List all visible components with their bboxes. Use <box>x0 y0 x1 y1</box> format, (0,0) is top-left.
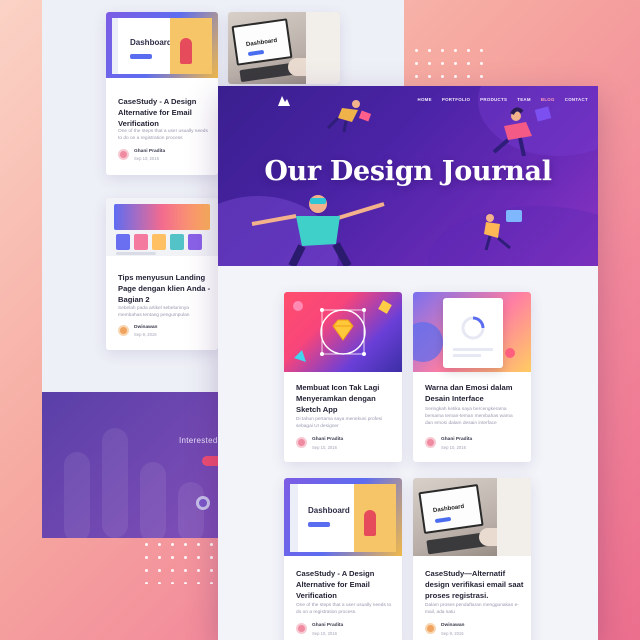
card-title[interactable]: CaseStudy—Alternatif design verifikasi e… <box>425 568 525 601</box>
author-name: Ghani Pradita <box>134 149 166 154</box>
nav-item-products[interactable]: PRODUCTS <box>480 97 507 102</box>
hero-section: HOME PORTFOLIO PRODUCTS TEAM BLOG CONTAC… <box>218 86 598 266</box>
top-nav: HOME PORTFOLIO PRODUCTS TEAM BLOG CONTAC… <box>417 97 588 102</box>
card-thumbnail: Dashboard <box>228 12 340 84</box>
blog-card-casestudy[interactable]: Dashboard CaseStudy - A Design Alternati… <box>284 478 402 640</box>
post-date: Sep 9, 2016 <box>441 631 464 636</box>
avatar <box>425 623 436 634</box>
card-thumbnail: Dashboard <box>413 478 531 556</box>
avatar <box>118 325 129 336</box>
post-date: Sep 10, 2016 <box>312 631 337 636</box>
card-title[interactable]: CaseStudy - A Design Alternative for Ema… <box>296 568 396 601</box>
card-thumbnail <box>106 198 218 256</box>
author-name: Dwinawan <box>134 325 158 330</box>
author-name: Ghani Pradita <box>312 623 344 628</box>
author-name: Ghani Pradita <box>441 437 473 442</box>
logo-icon[interactable] <box>278 96 290 106</box>
avatar <box>425 437 436 448</box>
avatar <box>296 623 307 634</box>
card-title[interactable]: Warna dan Emosi dalam Desain Interface <box>425 382 525 404</box>
floating-person-illustration <box>484 210 522 251</box>
thumbnail-dashboard-text: Dashboard <box>308 506 350 515</box>
post-date: Sep 9, 2016 <box>134 332 157 337</box>
blog-card-casestudy-id[interactable]: Dashboard CaseStudy—Alternatif design ve… <box>413 478 531 640</box>
card-description: One of the steps that a user usually nee… <box>118 129 208 141</box>
card-thumbnail <box>413 292 531 372</box>
nav-item-blog[interactable]: BLOG <box>541 97 555 102</box>
card-title[interactable]: Membuat Icon Tak Lagi Menyeramkan dengan… <box>296 382 394 415</box>
post-date: Sep 10, 2016 <box>441 445 466 450</box>
card-description: One of the steps that a user usually nee… <box>296 603 392 615</box>
nav-item-home[interactable]: HOME <box>417 97 431 102</box>
author-name: Ghani Pradita <box>312 437 344 442</box>
scroll-indicator-icon[interactable] <box>196 496 210 510</box>
back-card-laptop[interactable]: Dashboard <box>228 12 340 84</box>
avatar <box>296 437 307 448</box>
card-description: Di tahun pertama saya menekuni profesi s… <box>296 417 383 429</box>
card-description: Seringkah ketika saya bercengkerama bers… <box>425 407 513 426</box>
nav-item-contact[interactable]: CONTACT <box>565 97 588 102</box>
sketch-diamond-icon <box>293 300 392 362</box>
post-date: Sep 10, 2016 <box>312 445 337 450</box>
back-card-casestudy[interactable]: Dashboard CaseStudy - A Design Alternati… <box>106 12 218 175</box>
back-card-landing-tips[interactable]: Tips menyusun Landing Page dengan klien … <box>106 198 218 350</box>
phone-mockup <box>443 298 503 368</box>
card-thumbnail <box>284 292 402 372</box>
post-date: Sep 10, 2016 <box>134 156 159 161</box>
cta-text: Interested t <box>179 436 223 445</box>
hero-main-illustration <box>251 195 385 266</box>
card-title[interactable]: Tips menyusun Landing Page dengan klien … <box>118 272 214 305</box>
card-title[interactable]: CaseStudy - A Design Alternative for Ema… <box>118 96 212 129</box>
thumbnail-dashboard-text: Dashboard <box>130 38 172 47</box>
blog-card-sketch-icon[interactable]: Membuat Icon Tak Lagi Menyeramkan dengan… <box>284 292 402 462</box>
card-thumbnail: Dashboard <box>106 12 218 78</box>
nav-item-team[interactable]: TEAM <box>517 97 531 102</box>
floating-person-illustration <box>326 100 372 133</box>
avatar <box>118 149 129 160</box>
card-description: Dalam proses pendaftaran menggunakan e-m… <box>425 603 519 615</box>
author-name: Dwinawan <box>441 623 465 628</box>
card-thumbnail: Dashboard <box>284 478 402 556</box>
blog-card-color-emotion[interactable]: Warna dan Emosi dalam Desain Interface S… <box>413 292 531 462</box>
main-page: HOME PORTFOLIO PRODUCTS TEAM BLOG CONTAC… <box>218 86 598 640</box>
floating-person-illustration <box>492 106 552 157</box>
card-description: Sebelah pada artikel sebelumnya membahas… <box>118 306 190 318</box>
nav-item-portfolio[interactable]: PORTFOLIO <box>442 97 470 102</box>
dot-pattern-bottom-left <box>140 538 222 584</box>
hero-title: Our Design Journal <box>264 156 552 187</box>
